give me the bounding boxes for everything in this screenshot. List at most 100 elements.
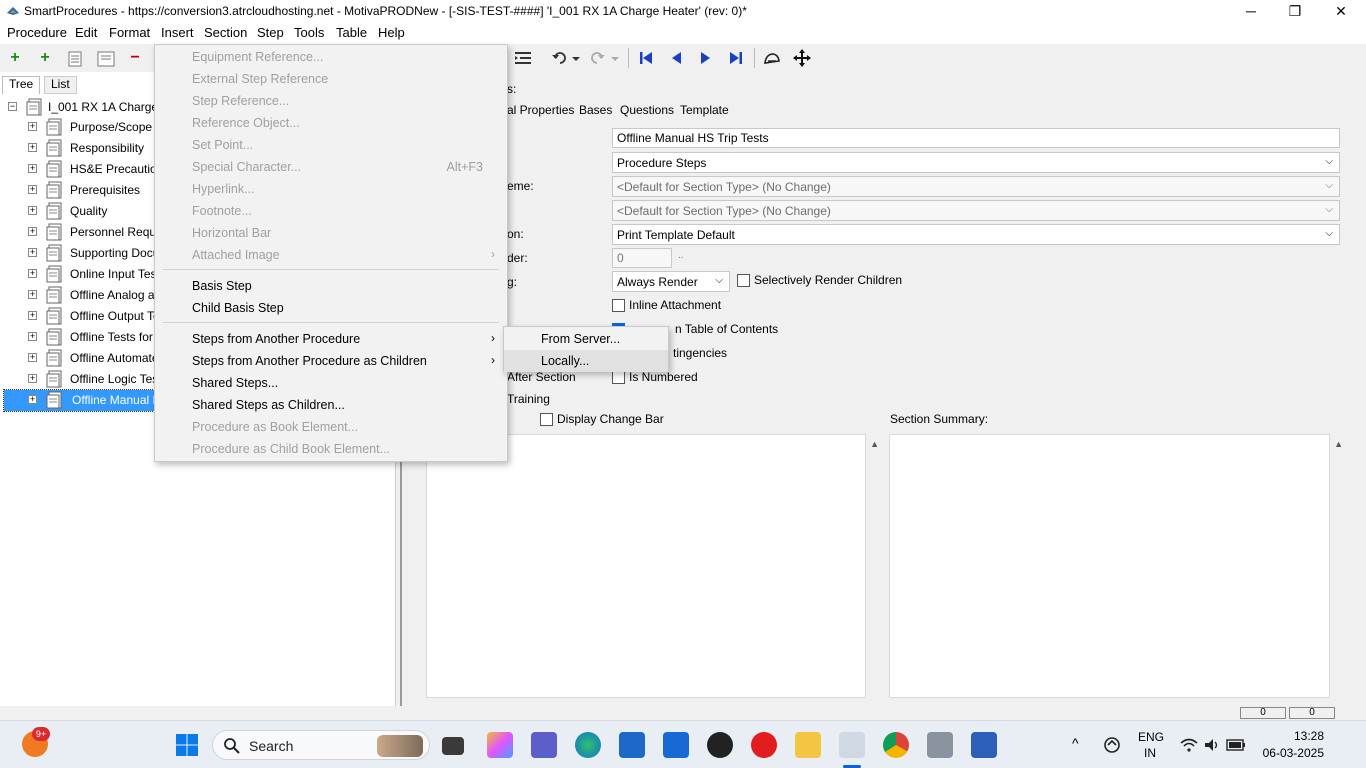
search-icon (224, 738, 240, 754)
move-icon[interactable] (792, 48, 812, 68)
collapse-icon[interactable]: − (8, 102, 17, 111)
scroll-up-icon[interactable]: ▲ (1334, 439, 1343, 449)
menu-edit[interactable]: Edit (75, 25, 97, 40)
expand-icon[interactable]: + (28, 185, 37, 194)
first-step-icon[interactable] (637, 49, 655, 67)
expand-icon[interactable]: + (28, 227, 37, 236)
section-title-field[interactable]: Offline Manual HS Trip Tests (612, 128, 1340, 148)
section-text-area[interactable]: ▲ (426, 434, 879, 698)
sort-order-stepper[interactable]: 0 (612, 248, 672, 268)
wifi-icon[interactable] (1180, 737, 1198, 753)
word-icon[interactable] (971, 732, 997, 758)
tab-tree[interactable]: Tree (2, 76, 41, 94)
insert-menu-item: Procedure as Child Book Element... (155, 438, 507, 460)
input-region[interactable]: IN (1144, 746, 1156, 760)
add-section-button[interactable]: + (4, 48, 26, 68)
menu-insert[interactable]: Insert (161, 25, 194, 40)
sort-order-browse-button[interactable]: .. (678, 250, 694, 266)
store-icon[interactable] (619, 732, 645, 758)
menu-table[interactable]: Table (336, 25, 367, 40)
expand-icon[interactable]: + (28, 143, 37, 152)
smartprocedures-taskbar-icon[interactable] (839, 732, 865, 758)
add-child-button[interactable]: + (34, 48, 56, 68)
section-type-select[interactable]: Procedure Steps ⌵ (612, 152, 1340, 173)
tree-item-label: Quality (70, 204, 108, 218)
section-summary-area[interactable]: ▲ (889, 434, 1343, 698)
remote-desktop-icon[interactable] (927, 732, 953, 758)
expand-icon[interactable]: + (28, 311, 37, 320)
menu-help[interactable]: Help (378, 25, 405, 40)
clock-time[interactable]: 13:28 (1290, 729, 1324, 743)
tree-item-label: Offline Output Te (70, 309, 160, 323)
selectively-render-checkbox[interactable] (737, 274, 750, 287)
teams-icon[interactable] (531, 732, 557, 758)
expand-icon[interactable]: + (28, 164, 37, 173)
tree-item-label: Online Input Tes (70, 267, 157, 281)
submenu-from-server[interactable]: From Server... (504, 328, 668, 350)
task-view-icon[interactable] (442, 737, 464, 755)
last-step-icon[interactable] (727, 49, 745, 67)
insert-menu-item[interactable]: Steps from Another Procedure as Children… (155, 350, 507, 372)
insert-menu-item[interactable]: Steps from Another Procedure › (155, 328, 507, 350)
is-numbered-checkbox[interactable] (612, 371, 625, 384)
menu-step[interactable]: Step (257, 25, 284, 40)
next-step-icon[interactable] (697, 49, 715, 67)
align-icon[interactable] (512, 49, 534, 67)
expand-icon[interactable]: + (28, 290, 37, 299)
file-explorer-icon[interactable] (795, 732, 821, 758)
tab-general-properties[interactable]: al Properties (507, 103, 574, 117)
chrome-icon[interactable] (883, 732, 909, 758)
expand-icon[interactable]: + (28, 206, 37, 215)
expand-icon[interactable]: + (28, 395, 37, 404)
insert-menu-item[interactable]: Child Basis Step (155, 297, 507, 319)
dell-icon[interactable] (707, 732, 733, 758)
battery-icon[interactable] (1226, 738, 1246, 752)
menu-tools[interactable]: Tools (294, 25, 324, 40)
tab-bases[interactable]: Bases (579, 103, 612, 117)
tab-template[interactable]: Template (680, 103, 729, 117)
remove-button[interactable]: − (124, 48, 146, 68)
submenu-locally[interactable]: Locally... (504, 350, 668, 372)
rendering-select[interactable]: Always Render ⌵ (612, 271, 730, 292)
network-sync-icon[interactable] (1102, 735, 1122, 755)
close-button[interactable]: ✕ (1318, 0, 1364, 22)
display-change-bar-checkbox[interactable] (540, 413, 553, 426)
opera-icon[interactable] (751, 732, 777, 758)
input-language[interactable]: ENG (1138, 730, 1164, 744)
insert-menu-item[interactable]: Basis Step (155, 275, 507, 297)
minimize-button[interactable]: ─ (1228, 0, 1274, 22)
print-template-select[interactable]: Print Template Default ⌵ (612, 224, 1340, 245)
scroll-up-icon[interactable]: ▲ (870, 439, 879, 449)
expand-icon[interactable]: + (28, 353, 37, 362)
insert-menu-item[interactable]: Shared Steps... (155, 372, 507, 394)
outdent-icon[interactable] (96, 50, 116, 68)
undo-icon[interactable] (549, 49, 583, 67)
expand-icon[interactable]: + (28, 269, 37, 278)
previous-step-icon[interactable] (667, 49, 685, 67)
menu-procedure[interactable]: Procedure (7, 25, 67, 40)
clock-date[interactable]: 06-03-2025 (1258, 746, 1324, 760)
indent-icon[interactable] (66, 50, 84, 68)
volume-icon[interactable] (1203, 737, 1221, 753)
tab-questions[interactable]: Questions (620, 103, 674, 117)
expand-icon[interactable]: + (28, 248, 37, 257)
windows-start-icon[interactable] (175, 733, 199, 757)
title-bar: SmartProcedures - https://conversion3.at… (0, 0, 1366, 22)
show-hidden-icons-chevron-icon[interactable]: ^ (1072, 735, 1079, 751)
inline-attachment-checkbox[interactable] (612, 299, 625, 312)
expand-icon[interactable]: + (28, 332, 37, 341)
contingencies-label: tingencies (673, 346, 728, 360)
tab-list[interactable]: List (44, 76, 77, 94)
copilot-icon[interactable] (487, 732, 513, 758)
tree-item[interactable]: + Offline Manual H (3, 389, 164, 412)
power-automate-icon[interactable] (663, 732, 689, 758)
menu-section[interactable]: Section (204, 25, 247, 40)
menu-format[interactable]: Format (109, 25, 150, 40)
expand-icon[interactable]: + (28, 122, 37, 131)
edge-icon[interactable] (575, 732, 601, 758)
taskbar-search[interactable]: Search (212, 730, 430, 760)
maximize-button[interactable]: ❐ (1272, 0, 1318, 22)
expand-icon[interactable]: + (28, 374, 37, 383)
hand-icon[interactable] (762, 49, 782, 67)
insert-menu-item[interactable]: Shared Steps as Children... (155, 394, 507, 416)
